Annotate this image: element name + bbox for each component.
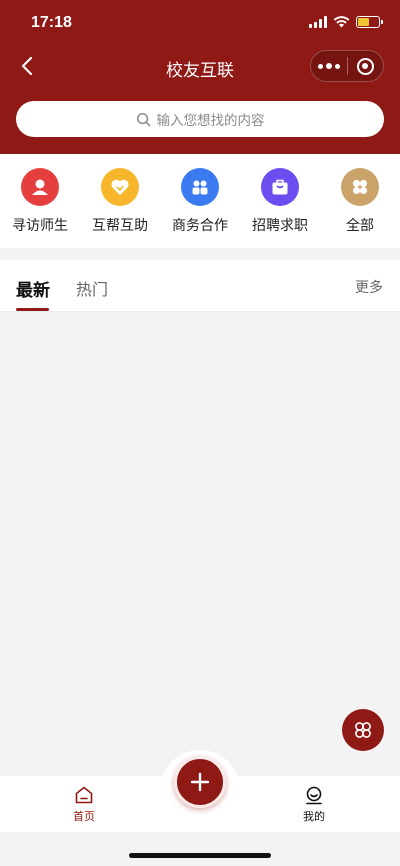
home-indicator	[129, 853, 271, 858]
tab-latest[interactable]: 最新	[16, 276, 50, 301]
feed-tabs: 最新 热门 更多	[0, 260, 400, 312]
tabbar-label-home: 首页	[73, 810, 95, 823]
active-tab-indicator	[16, 308, 49, 311]
quick-actions: 寻访师生 互帮互助 商务合作 招聘求职 全部	[0, 154, 400, 248]
signal-icon	[309, 16, 327, 28]
plus-icon	[190, 772, 210, 792]
quick-action-label: 全部	[346, 218, 374, 234]
bottom-safe-area	[0, 832, 400, 866]
header: 17:18 校友互联 输入您想找的内容	[0, 0, 400, 154]
mini-program-capsule	[310, 50, 384, 82]
heart-handshake-icon	[101, 168, 139, 206]
status-icons	[309, 16, 383, 28]
more-menu-icon[interactable]	[311, 51, 347, 81]
quick-action-label: 招聘求职	[252, 218, 308, 234]
tab-hot[interactable]: 热门	[76, 276, 108, 300]
wifi-icon	[333, 16, 350, 28]
quick-action-find-people[interactable]: 寻访师生	[0, 154, 80, 248]
search-placeholder: 输入您想找的内容	[156, 113, 265, 129]
quick-action-jobs[interactable]: 招聘求职	[240, 154, 320, 248]
status-time: 17:18	[31, 14, 72, 31]
person-icon	[21, 168, 59, 206]
nav-bar: 校友互联	[0, 46, 400, 90]
tabbar-item-home[interactable]: 首页	[54, 784, 114, 824]
battery-icon	[356, 16, 383, 28]
quick-action-business[interactable]: 商务合作	[160, 154, 240, 248]
status-bar: 17:18	[0, 0, 400, 46]
floating-menu-button[interactable]	[342, 709, 384, 751]
quick-action-all[interactable]: 全部	[320, 154, 400, 248]
quick-action-label: 寻访师生	[12, 218, 68, 234]
profile-icon	[306, 786, 322, 805]
quick-action-label: 互帮互助	[92, 218, 148, 234]
grid-icon	[341, 168, 379, 206]
clover-icon	[355, 722, 371, 738]
group-icon	[181, 168, 219, 206]
more-link[interactable]: 更多	[355, 277, 383, 297]
search-icon	[136, 112, 150, 126]
feed-section: 最新 热门 更多	[0, 260, 400, 776]
tabbar-label-mine: 我的	[303, 810, 325, 823]
tabbar-item-mine[interactable]: 我的	[284, 784, 344, 824]
briefcase-icon	[261, 168, 299, 206]
publish-button[interactable]	[174, 756, 226, 808]
search-bar[interactable]: 输入您想找的内容	[16, 101, 384, 137]
home-icon	[75, 786, 93, 804]
close-program-icon[interactable]	[347, 51, 383, 81]
quick-action-label: 商务合作	[172, 218, 228, 234]
quick-action-mutual-help[interactable]: 互帮互助	[80, 154, 160, 248]
